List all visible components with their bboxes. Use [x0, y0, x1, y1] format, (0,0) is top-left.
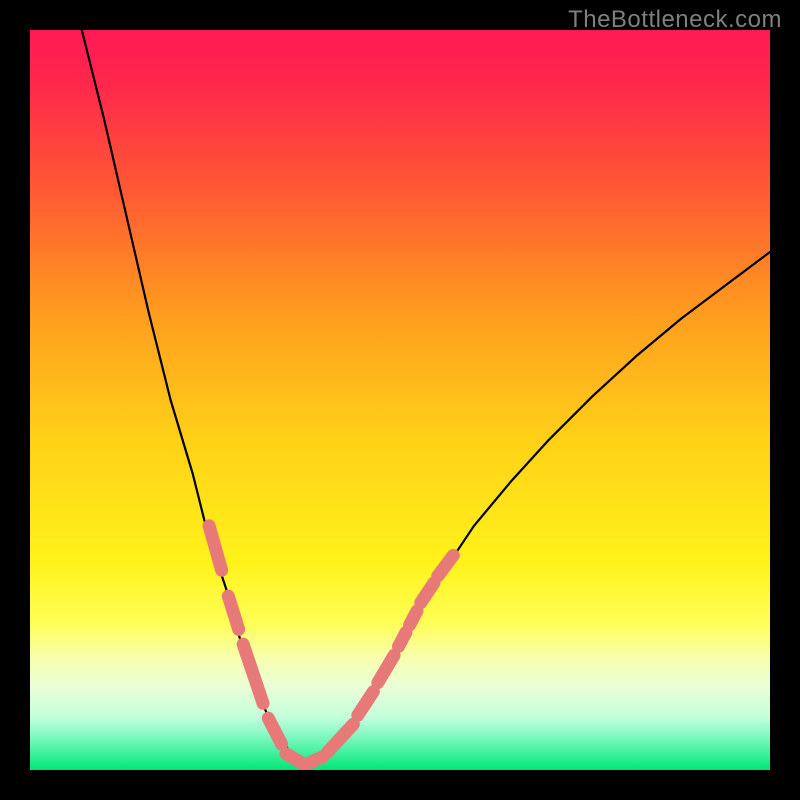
right-markers-seg-0: [308, 757, 323, 764]
right-markers-seg-5: [410, 611, 417, 625]
watermark-text: TheBottleneck.com: [568, 6, 782, 34]
left-markers-seg-4: [286, 754, 302, 764]
gradient-background: [30, 30, 770, 770]
plot-area: [30, 30, 770, 770]
bottleneck-chart: [30, 30, 770, 770]
right-markers-seg-4: [399, 632, 406, 646]
chart-frame: TheBottleneck.com: [0, 0, 800, 800]
